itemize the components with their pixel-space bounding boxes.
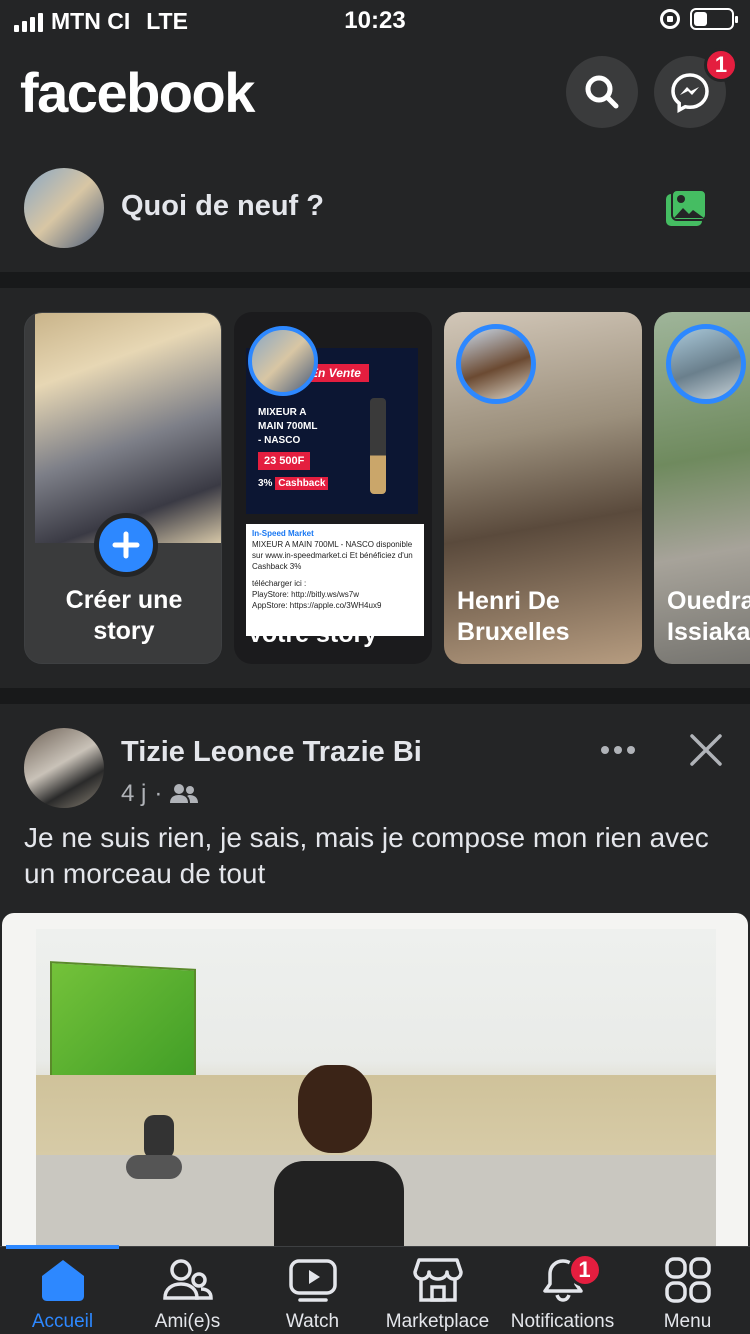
plus-icon	[112, 531, 140, 559]
mixer-product	[370, 398, 386, 494]
more-dot	[601, 746, 609, 754]
motorbike	[122, 1115, 188, 1181]
ad-desc: MIXEUR A MAIN 700ML - NASCO disponible s…	[252, 540, 413, 571]
stories-tray: Créer une story En Vente MIXEUR A MAIN 7…	[0, 288, 750, 688]
composer-prompt[interactable]: Quoi de neuf ?	[121, 190, 324, 223]
status-bar: MTN CI LTE 10:23	[0, 0, 750, 42]
ad-cashback-label: Cashback	[275, 477, 329, 490]
ad-line1: MIXEUR A	[258, 407, 307, 418]
post-author[interactable]: Tizie Leonce Trazie Bi	[121, 736, 422, 769]
person-head	[298, 1065, 372, 1153]
tab-friends[interactable]: Ami(e)s	[125, 1255, 250, 1334]
story-author-line2: Bruxelles	[457, 618, 570, 646]
create-story-label: Créer une story	[25, 585, 221, 647]
tab-watch[interactable]: Watch	[250, 1255, 375, 1334]
close-icon[interactable]	[686, 730, 726, 770]
story-author-label: Ouedra Issiaka	[667, 586, 750, 648]
your-story-card[interactable]: En Vente MIXEUR A MAIN 700ML - NASCO 23 …	[234, 312, 432, 664]
story-author-label: Henri De Bruxelles	[457, 586, 570, 648]
ad-line3: - NASCO	[258, 435, 301, 446]
notifications-badge: 1	[567, 1253, 602, 1287]
status-right	[660, 8, 738, 30]
active-tab-indicator	[6, 1245, 119, 1249]
person-body	[274, 1161, 404, 1253]
create-story-line2: story	[93, 617, 155, 645]
tab-notifications[interactable]: 1 Notifications	[500, 1253, 625, 1334]
facebook-logo: facebook	[20, 61, 255, 124]
post-meta: 4 j ·	[121, 780, 199, 808]
separator	[0, 688, 750, 704]
post-photo[interactable]	[2, 913, 748, 1253]
wheel	[126, 1155, 182, 1179]
separator	[0, 272, 750, 288]
more-dot	[627, 746, 635, 754]
photo-content	[36, 929, 716, 1253]
menu-icon	[663, 1255, 713, 1305]
tab-menu[interactable]: Menu	[625, 1255, 750, 1334]
rider	[144, 1115, 174, 1159]
create-story-line1: Créer une	[65, 586, 183, 614]
add-story-button[interactable]	[94, 513, 158, 577]
messenger-badge: 1	[704, 48, 738, 82]
tab-label: Notifications	[510, 1311, 615, 1332]
tab-label: Marketplace	[385, 1311, 490, 1332]
friends-icon	[162, 1255, 213, 1305]
battery-icon	[690, 8, 738, 30]
story-author-line2: Issiaka	[667, 618, 750, 646]
tab-label: Watch	[285, 1311, 340, 1332]
ad-price: 23 500F	[258, 452, 311, 470]
ad-app: AppStore: https://apple.co/3WH4ux9	[252, 601, 382, 610]
ad-cashback: 3% Cashback	[258, 477, 329, 490]
story-card-ouedra[interactable]: Ouedra Issiaka	[654, 312, 750, 664]
ad-cashback-pct: 3%	[258, 478, 273, 489]
battery-level	[694, 12, 707, 26]
search-button[interactable]	[566, 56, 638, 128]
author-avatar[interactable]	[24, 728, 104, 808]
friends-audience-icon	[170, 784, 199, 803]
watch-icon	[288, 1255, 338, 1305]
post-time[interactable]: 4 j	[121, 780, 146, 808]
home-icon	[38, 1255, 88, 1305]
ad-product-name: MIXEUR A MAIN 700ML - NASCO	[258, 406, 317, 448]
tab-label: Accueil	[31, 1311, 94, 1332]
story-author-line1: Henri De	[457, 587, 560, 615]
photo-icon[interactable]	[664, 188, 708, 228]
app-header: facebook 1	[0, 42, 750, 152]
post-more-button[interactable]	[596, 730, 640, 770]
ad-play: PlayStore: http://bitly.ws/ws7w	[252, 590, 359, 599]
user-avatar[interactable]	[24, 168, 104, 248]
bottom-tab-bar: Accueil Ami(e)s Watch Marketplace 1 Noti…	[0, 1245, 750, 1334]
create-story-card[interactable]: Créer une story	[24, 312, 222, 664]
ad-line2: MAIN 700ML	[258, 421, 318, 432]
story-avatar	[248, 326, 318, 396]
bell-icon: 1	[538, 1253, 602, 1305]
rotation-lock-icon	[660, 9, 680, 29]
ad-source: In-Speed Market	[252, 529, 314, 538]
more-dot	[614, 746, 622, 754]
meta-dot: ·	[154, 780, 163, 807]
post-composer[interactable]: Quoi de neuf ?	[0, 152, 750, 272]
status-time: 10:23	[344, 7, 406, 34]
create-story-photo	[35, 313, 221, 543]
marketplace-icon	[412, 1255, 463, 1305]
post-text: Je ne suis rien, je sais, mais je compos…	[24, 822, 709, 889]
ad-dl: télécharger ici :	[252, 579, 307, 588]
story-card-henri[interactable]: Henri De Bruxelles	[444, 312, 642, 664]
messenger-icon	[671, 73, 709, 113]
tab-home[interactable]: Accueil	[0, 1255, 125, 1334]
story-avatar	[456, 324, 536, 404]
story-author-line1: Ouedra	[667, 587, 750, 615]
your-story-label: Votre story	[247, 620, 378, 648]
story-avatar	[666, 324, 746, 404]
messenger-button[interactable]: 1	[654, 48, 738, 128]
person	[274, 1065, 404, 1253]
tab-marketplace[interactable]: Marketplace	[375, 1255, 500, 1334]
search-icon	[585, 75, 619, 109]
tab-label: Menu	[663, 1311, 712, 1332]
tab-label: Ami(e)s	[154, 1311, 221, 1332]
feed-post: Tizie Leonce Trazie Bi 4 j · Je ne suis …	[0, 704, 750, 1253]
